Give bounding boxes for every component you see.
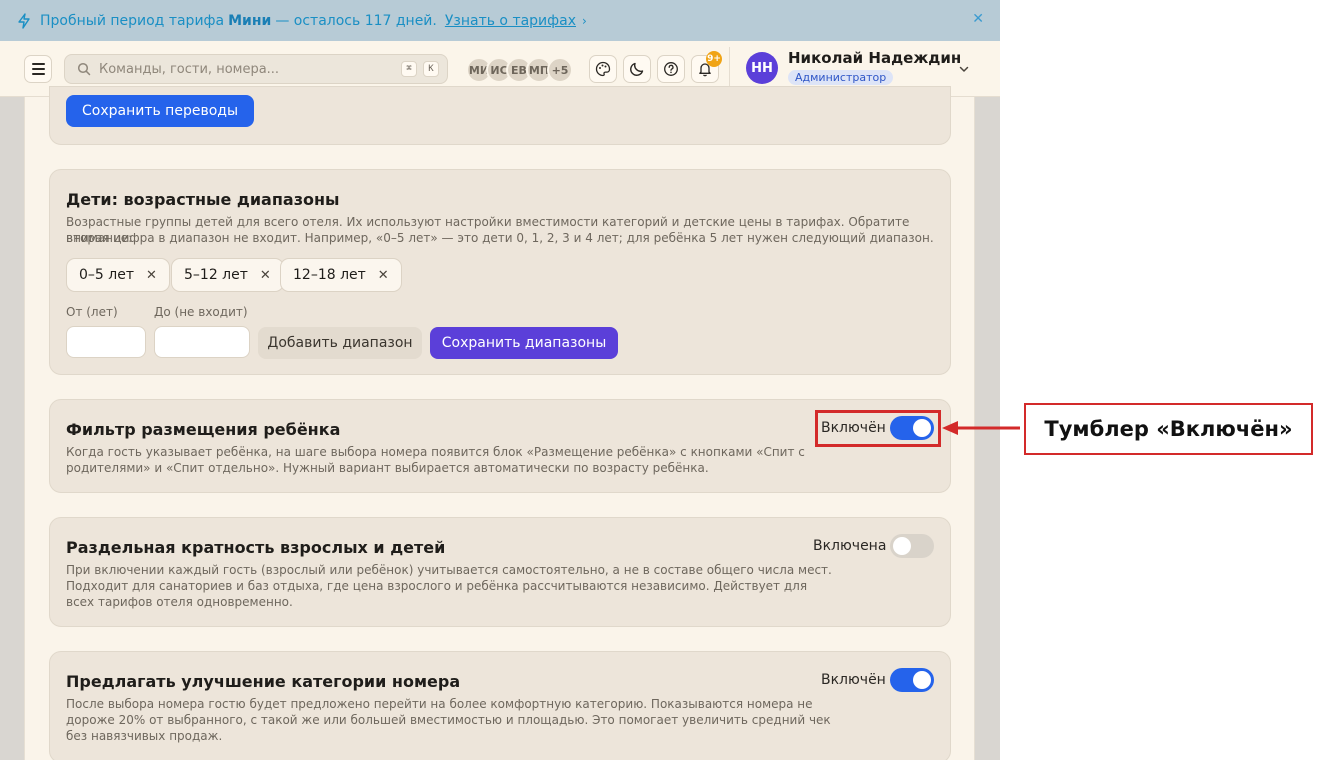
separate-multiplicity-card: Раздельная кратность взрослых и детей Пр… [49,517,951,627]
trial-banner: Пробный период тарифа Мини — осталось 11… [0,0,1000,41]
menu-icon-line [31,68,45,70]
help-button[interactable] [657,55,685,83]
save-translations-button[interactable]: Сохранить переводы [66,95,254,127]
moon-icon [630,62,644,76]
toggle-knob [913,671,931,689]
upgrade-offer-toggle[interactable] [890,668,934,692]
annotation-arrow [942,421,1020,435]
age-range-chip-label: 0–5 лет [79,267,134,283]
toggle-knob [893,537,911,555]
menu-icon-line [31,63,45,65]
age-range-chip: 12–18 лет ✕ [280,258,402,292]
annotation-highlight-box [815,410,941,447]
separate-multiplicity-description-line: всех тарифов отеля одновременно. [66,595,293,609]
separate-multiplicity-description-line: Подходит для санаториев и баз отдыха, гд… [66,579,808,593]
banner-text-prefix: Пробный период тарифа [40,12,225,29]
remove-icon[interactable]: ✕ [260,268,271,283]
separate-multiplicity-title: Раздельная кратность взрослых и детей [66,538,446,557]
search-input[interactable]: Команды, гости, номера... ⌘ K [64,54,448,84]
remove-icon[interactable]: ✕ [378,268,389,283]
from-age-label: От (лет) [66,305,118,319]
user-role-badge: Администратор [788,70,894,85]
dark-mode-button[interactable] [623,55,651,83]
children-ranges-description-line: вторая цифра в диапазон не входит. Напри… [66,231,934,245]
child-filter-title: Фильтр размещения ребёнка [66,420,341,439]
pricing-link[interactable]: Узнать о тарифах [445,13,576,29]
app-window: Пробный период тарифа Мини — осталось 11… [0,0,1000,760]
separate-multiplicity-description-line: При включении каждый гость (взрослый или… [66,563,832,577]
child-filter-description-line: родителями» и «Спит отдельно». Нужный ва… [66,461,709,475]
upgrade-offer-card: Предлагать улучшение категории номера По… [49,651,951,760]
save-ranges-button[interactable]: Сохранить диапазоны [430,327,618,359]
close-icon[interactable]: ✕ [972,11,984,27]
search-icon [77,62,91,76]
search-placeholder: Команды, гости, номера... [99,61,280,77]
upgrade-offer-title: Предлагать улучшение категории номера [66,672,461,691]
banner-plan-name: Мини [228,12,272,29]
shortcut-mod-key: ⌘ [401,61,417,77]
menu-button[interactable] [24,55,52,83]
to-age-input[interactable] [154,326,250,358]
theme-palette-button[interactable] [589,55,617,83]
separate-multiplicity-toggle-label: Включена [813,538,887,554]
remove-icon[interactable]: ✕ [146,268,157,283]
upgrade-offer-description-line: без навязчивых продаж. [66,729,223,743]
chevron-right-icon: › [582,13,587,28]
add-range-button[interactable]: Добавить диапазон [258,327,422,359]
age-range-chip-label: 5–12 лет [184,267,248,283]
notification-count-badge: 9+ [706,51,722,67]
lightning-icon [18,12,30,29]
age-range-chip-label: 12–18 лет [293,267,366,283]
children-ranges-title: Дети: возрастные диапазоны [66,190,340,209]
from-age-input[interactable] [66,326,146,358]
more-staff-avatar[interactable]: +5 [547,57,573,83]
children-age-ranges-card: Дети: возрастные диапазоны Возрастные гр… [49,169,951,375]
translations-card: Сохранить переводы [49,86,951,145]
to-age-label: До (не входит) [154,305,248,319]
shortcut-k-key: K [423,61,439,77]
banner-text-suffix: — осталось 117 дней. [275,12,437,29]
upgrade-offer-toggle-label: Включён [821,672,886,688]
divider [729,47,730,91]
menu-icon-line [31,73,45,75]
upgrade-offer-description-line: После выбора номера гостю будет предложе… [66,697,813,711]
age-range-chip: 5–12 лет ✕ [171,258,284,292]
help-icon [664,62,678,76]
separate-multiplicity-toggle[interactable] [890,534,934,558]
upgrade-offer-description-line: дороже 20% от выбранного, с такой же или… [66,713,831,727]
annotation-callout: Тумблер «Включён» [1024,403,1313,455]
user-avatar[interactable]: НН [746,52,778,84]
chevron-down-icon[interactable] [958,63,970,75]
palette-icon [595,61,611,77]
age-range-chip: 0–5 лет ✕ [66,258,170,292]
user-name[interactable]: Николай Надеждин [788,49,961,67]
child-filter-description-line: Когда гость указывает ребёнка, на шаге в… [66,445,805,459]
